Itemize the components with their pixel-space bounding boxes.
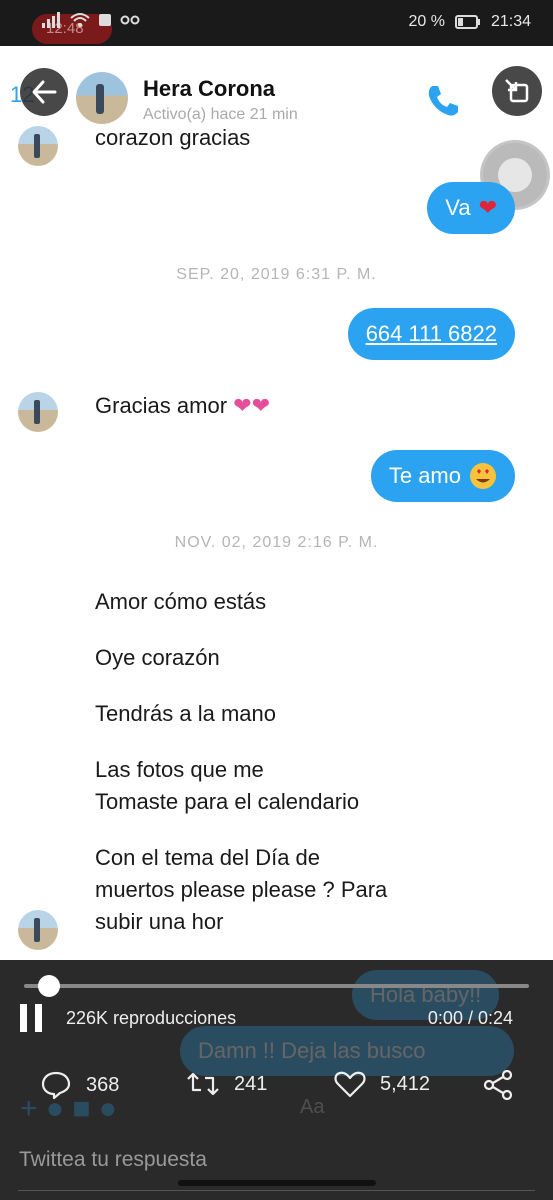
view-count: 226K reproducciones [66, 1008, 237, 1028]
ghost-sent-message: Damn !! Deja las busco [180, 1026, 514, 1076]
received-message: Oye corazón [95, 645, 220, 670]
seek-bar[interactable] [24, 984, 529, 988]
phone-icon[interactable] [424, 82, 464, 122]
voicemail-icon [120, 15, 140, 25]
player-overlay: Hola baby!! Damn !! Deja las busco + ● ■… [0, 960, 553, 1200]
message-avatar [18, 392, 58, 432]
reply-action[interactable]: 368 [40, 1070, 119, 1100]
comment-icon [41, 1071, 71, 1100]
message-line: Tomaste para el calendario [95, 789, 360, 814]
chat-header: 12 Hera Corona Activo(a) hace 21 min [0, 46, 553, 136]
retweet-action[interactable]: 241 [186, 1070, 267, 1098]
exit-fullscreen-button[interactable] [492, 66, 542, 116]
received-message: corazon gracias [95, 125, 251, 150]
received-message: Gracias amor ❤❤ [95, 390, 270, 422]
battery-icon [454, 15, 480, 29]
home-indicator[interactable] [178, 1180, 376, 1186]
timestamp: SEP. 20, 2019 6:31 P. M. [176, 266, 377, 283]
status-icons-left [42, 12, 140, 28]
pause-icon[interactable] [20, 1004, 42, 1032]
heart-eyes-emoji-icon [470, 463, 496, 489]
reply-count: 368 [86, 1073, 120, 1096]
heart-icon [334, 1071, 366, 1098]
like-action[interactable]: 5,412 [334, 1070, 430, 1098]
seek-knob[interactable] [38, 975, 61, 997]
status-icons-right: 20 % 21:34 [408, 13, 531, 31]
back-button[interactable] [20, 68, 68, 116]
received-message: Con el tema del Día de muertos please pl… [95, 842, 387, 938]
message-avatar [18, 126, 58, 166]
message-line: muertos please please ? Para [95, 877, 388, 902]
notification-icon [99, 14, 111, 26]
heart-emoji-icon: ❤ [478, 195, 497, 220]
video-frame[interactable]: 12 Hera Corona Activo(a) hace 21 min cor… [0, 46, 553, 960]
retweet-icon [187, 1072, 219, 1096]
message-line: subir una hor [95, 909, 224, 934]
share-action[interactable] [482, 1070, 514, 1100]
sent-message: Te amo [370, 450, 515, 502]
phone-number-link[interactable]: 664 111 6822 [366, 321, 497, 347]
reply-input[interactable]: Twittea tu respuesta [19, 1148, 207, 1172]
retweet-count: 241 [234, 1072, 268, 1095]
message-line: Con el tema del Día de [95, 845, 321, 870]
reply-input-underline [18, 1190, 535, 1191]
wifi-icon [70, 13, 90, 27]
timestamp: NOV. 02, 2019 2:16 P. M. [174, 534, 379, 551]
received-message: Amor cómo estás [95, 589, 267, 614]
message-avatar [18, 910, 58, 950]
sent-message-phone[interactable]: 664 111 6822 [347, 308, 515, 360]
signal-icon [42, 12, 60, 28]
received-message: Las fotos que me Tomaste para el calenda… [95, 754, 359, 818]
sent-message: Va ❤ [427, 182, 515, 234]
share-icon [483, 1070, 513, 1100]
minimize-icon [505, 79, 529, 103]
battery-percent: 20 % [408, 13, 445, 30]
received-message-text: Gracias amor [95, 393, 228, 418]
message-line: Las fotos que me [95, 757, 264, 782]
like-count: 5,412 [380, 1072, 431, 1095]
contact-name: Hera Corona [143, 76, 276, 101]
sent-message-text: Te amo [388, 463, 461, 488]
status-bar: 12:48 20 % 21:34 [0, 0, 553, 46]
playback-time: 0:00 / 0:24 [427, 1008, 513, 1028]
clock: 21:34 [490, 13, 531, 30]
tweet-actions: 368 241 5,412 [0, 1070, 553, 1110]
sent-message-text: Va [445, 195, 471, 220]
contact-avatar[interactable] [76, 72, 128, 124]
hearts-emoji-icon: ❤❤ [233, 393, 271, 418]
received-message: Tendrás a la mano [95, 701, 276, 726]
arrow-left-icon [32, 80, 57, 104]
